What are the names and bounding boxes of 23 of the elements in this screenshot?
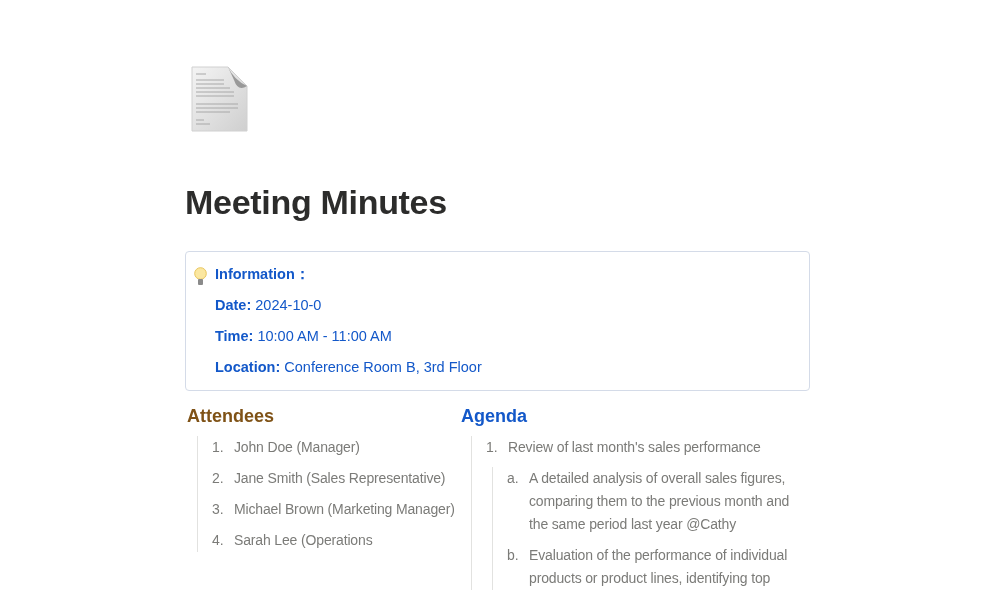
list-item-text: Jane Smith (Sales Representative) [234, 468, 446, 488]
info-line: Time: 10:00 AM - 11:00 AM [215, 326, 393, 346]
list-marker: 3. [212, 499, 225, 519]
callout-heading: Information： [215, 264, 311, 284]
list-item-text: John Doe (Manager) [234, 437, 360, 457]
section-heading: Attendees [187, 404, 276, 428]
list-item-text: Sarah Lee (Operations [234, 530, 373, 550]
list-marker: 1. [212, 437, 225, 457]
list-item-text: A detailed analysis of overall sales figures, comparing them to the previous month and the same period last year @Cathy [529, 468, 791, 534]
section-heading: Agenda [461, 404, 528, 428]
lightbulb-icon [194, 266, 207, 287]
info-line: Location: Conference Room B, 3rd Floor [215, 357, 482, 377]
list-marker: 1. [486, 437, 499, 457]
document-icon [190, 66, 248, 132]
list-item-text: Evaluation of the performance of individual products or product lines, identifying top [529, 545, 789, 588]
list-marker: 2. [212, 468, 225, 488]
list-marker: 4. [212, 530, 225, 550]
list-item-text: Michael Brown (Marketing Manager) [234, 499, 455, 519]
info-line: Date: 2024-10-0 [215, 295, 323, 315]
list-marker: b. [507, 545, 520, 565]
list-marker: a. [507, 468, 520, 488]
list-item-text: Review of last month's sales performance [508, 437, 761, 457]
page-title: Meeting Minutes [185, 182, 448, 223]
